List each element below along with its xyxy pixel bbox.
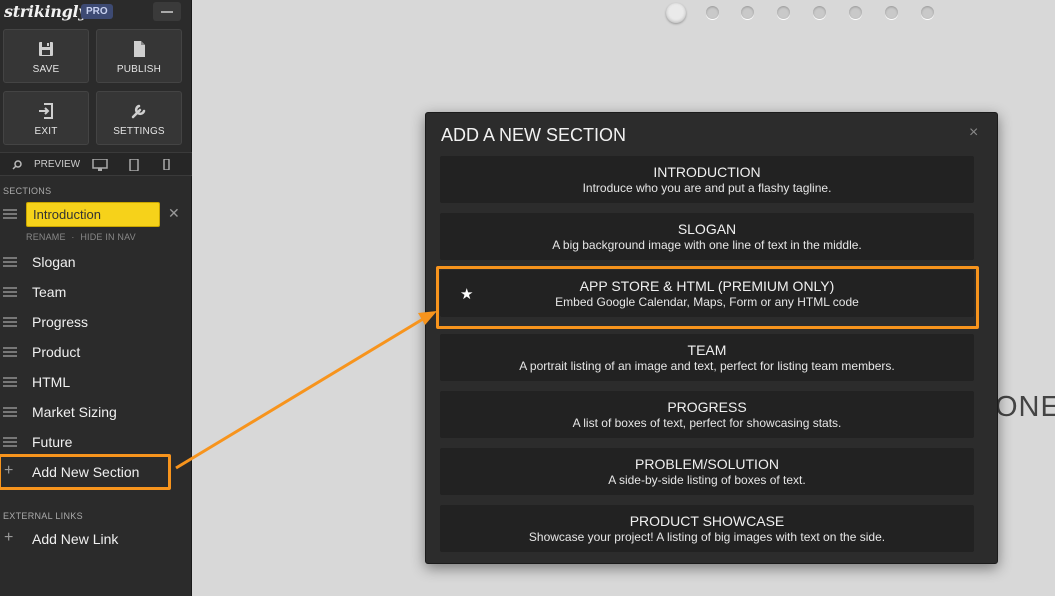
delete-section-icon[interactable]: ✕ [168, 205, 180, 222]
option-title: TEAM [687, 342, 727, 358]
sidebar-item-product[interactable]: Product [0, 340, 192, 364]
drag-handle-icon[interactable] [3, 347, 17, 357]
add-new-link-label: Add New Link [32, 531, 119, 547]
add-new-link-button[interactable]: + Add New Link [0, 527, 192, 551]
drag-handle-icon[interactable] [3, 317, 17, 327]
option-description: A big background image with one line of … [552, 238, 862, 252]
section-actions: RENAME · HIDE IN NAV [26, 232, 136, 242]
add-section-modal: ADD A NEW SECTION × INTRODUCTION Introdu… [425, 112, 998, 564]
hide-in-nav-link[interactable]: HIDE IN NAV [80, 232, 136, 242]
option-description: A list of boxes of text, perfect for sho… [572, 416, 842, 430]
carousel-dot[interactable] [849, 6, 862, 19]
exit-button[interactable]: EXIT [3, 91, 89, 145]
carousel-dot-active[interactable] [666, 3, 686, 23]
sidebar-item-label: Future [32, 434, 73, 450]
sidebar-item-label: HTML [32, 374, 71, 390]
carousel-dot[interactable] [813, 6, 826, 19]
drag-handle-icon[interactable] [3, 209, 17, 219]
option-title: PROGRESS [667, 399, 747, 415]
option-title: SLOGAN [677, 221, 737, 237]
sidebar-item-label: Product [32, 344, 81, 360]
carousel-dot[interactable] [741, 6, 754, 19]
carousel-dot[interactable] [777, 6, 790, 19]
add-section-highlight [0, 454, 171, 490]
option-team[interactable]: TEAM A portrait listing of an image and … [440, 334, 974, 381]
pro-badge: PRO [81, 4, 113, 19]
option-title: PROBLEM/SOLUTION [635, 456, 779, 472]
settings-button[interactable]: SETTINGS [96, 91, 182, 145]
sidebar-item-future[interactable]: Future [0, 430, 192, 454]
actions-separator: · [71, 232, 75, 242]
search-icon [12, 160, 22, 170]
option-description: Introduce who you are and put a flashy t… [582, 181, 832, 195]
save-button[interactable]: SAVE [3, 29, 89, 83]
document-icon [134, 41, 145, 57]
sections-heading: SECTIONS [3, 186, 52, 196]
sidebar-item-label: Market Sizing [32, 404, 117, 420]
sidebar-item-label: Progress [32, 314, 89, 330]
sidebar-item-label: Team [32, 284, 67, 300]
exit-icon [39, 103, 53, 119]
option-slogan[interactable]: SLOGAN A big background image with one l… [440, 213, 974, 260]
app-store-highlight [436, 266, 979, 329]
option-description: Showcase your project! A listing of big … [528, 530, 886, 544]
option-description: A side-by-side listing of boxes of text. [608, 473, 806, 487]
drag-handle-icon[interactable] [3, 437, 17, 447]
close-icon[interactable]: × [969, 124, 978, 142]
option-introduction[interactable]: INTRODUCTION Introduce who you are and p… [440, 156, 974, 203]
collapse-sidebar-button[interactable] [153, 2, 181, 21]
rename-link[interactable]: RENAME [26, 232, 66, 242]
carousel-dot[interactable] [921, 6, 934, 19]
editor-sidebar: strikingly PRO SAVE PUBLISH EXIT SETTING… [0, 0, 192, 596]
plus-icon: + [4, 529, 14, 546]
carousel-dot[interactable] [706, 6, 719, 19]
desktop-icon[interactable] [92, 159, 108, 171]
sidebar-item-slogan[interactable]: Slogan [0, 250, 192, 274]
background-page-text: ONE [995, 391, 1055, 423]
option-problem-solution[interactable]: PROBLEM/SOLUTION A side-by-side listing … [440, 448, 974, 495]
drag-handle-icon[interactable] [3, 257, 17, 267]
external-links-heading: EXTERNAL LINKS [3, 511, 83, 521]
drag-handle-icon[interactable] [3, 377, 17, 387]
save-label: SAVE [32, 64, 60, 75]
preview-bar: PREVIEW [0, 152, 192, 176]
option-title: PRODUCT SHOWCASE [629, 513, 785, 529]
exit-label: EXIT [34, 126, 58, 137]
carousel-dot[interactable] [885, 6, 898, 19]
publish-button[interactable]: PUBLISH [96, 29, 182, 83]
tablet-icon[interactable] [129, 159, 139, 171]
settings-label: SETTINGS [113, 126, 165, 137]
option-product-showcase[interactable]: PRODUCT SHOWCASE Showcase your project! … [440, 505, 974, 552]
option-description: A portrait listing of an image and text,… [519, 359, 895, 373]
save-icon [39, 42, 53, 56]
option-progress[interactable]: PROGRESS A list of boxes of text, perfec… [440, 391, 974, 438]
drag-handle-icon[interactable] [3, 287, 17, 297]
phone-icon[interactable] [163, 159, 170, 170]
drag-handle-icon[interactable] [3, 407, 17, 417]
wrench-icon [131, 104, 146, 119]
modal-title: ADD A NEW SECTION [441, 125, 627, 145]
sidebar-item-team[interactable]: Team [0, 280, 192, 304]
publish-label: PUBLISH [116, 64, 162, 75]
option-title: INTRODUCTION [653, 164, 761, 180]
sidebar-item-introduction[interactable]: Introduction [26, 202, 160, 227]
preview-button[interactable]: PREVIEW [34, 159, 80, 170]
logo: strikingly [4, 2, 88, 21]
sidebar-item-label: Slogan [32, 254, 76, 270]
sidebar-item-progress[interactable]: Progress [0, 310, 192, 334]
sidebar-topbar: strikingly PRO [0, 0, 192, 24]
sidebar-item-html[interactable]: HTML [0, 370, 192, 394]
sidebar-item-market-sizing[interactable]: Market Sizing [0, 400, 192, 424]
